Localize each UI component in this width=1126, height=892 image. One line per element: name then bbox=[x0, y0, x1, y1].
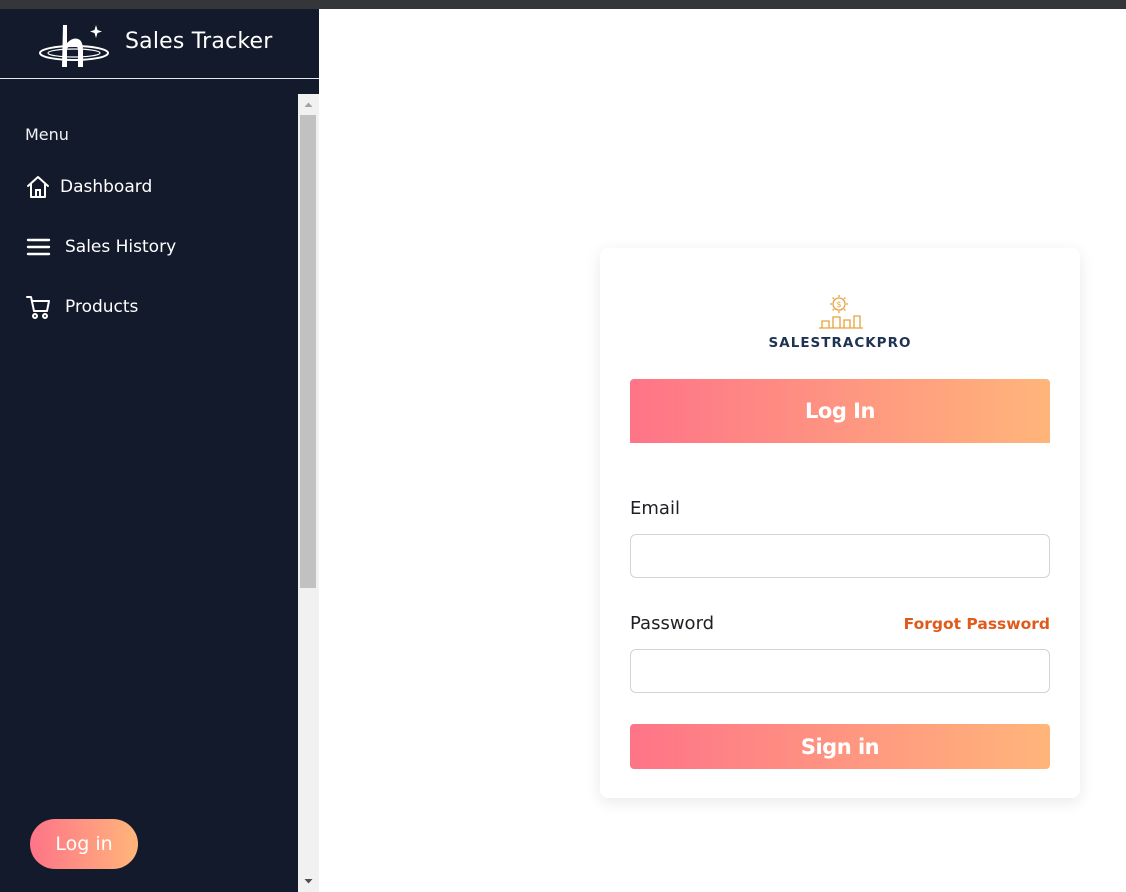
browser-top-strip bbox=[0, 0, 1126, 9]
h-planet-logo-icon bbox=[39, 25, 109, 67]
cart-icon bbox=[26, 296, 50, 319]
sidebar: Sales Tracker Menu Dashboard Sales Histo… bbox=[0, 9, 319, 892]
home-icon bbox=[27, 176, 49, 198]
sidebar-item-label: Sales History bbox=[65, 237, 177, 257]
password-field[interactable] bbox=[630, 649, 1050, 693]
sidebar-scrollbar[interactable] bbox=[298, 94, 319, 892]
card-brand-name: SALESTRACKPRO bbox=[768, 335, 912, 351]
menu-heading: Menu bbox=[25, 125, 69, 144]
sidebar-item-label: Dashboard bbox=[60, 177, 153, 197]
sidebar-login-button[interactable]: Log in bbox=[30, 819, 138, 869]
sign-in-button[interactable]: Sign in bbox=[630, 724, 1050, 769]
sidebar-item-label: Products bbox=[65, 297, 139, 317]
email-field[interactable] bbox=[630, 534, 1050, 578]
svg-text:$: $ bbox=[836, 300, 841, 309]
sidebar-item-dashboard[interactable]: Dashboard bbox=[25, 172, 285, 202]
forgot-password-link[interactable]: Forgot Password bbox=[904, 615, 1050, 633]
password-label: Password bbox=[630, 613, 715, 634]
sidebar-item-products[interactable]: Products bbox=[25, 292, 285, 322]
sidebar-item-sales-history[interactable]: Sales History bbox=[25, 232, 285, 262]
app-title: Sales Tracker bbox=[125, 29, 273, 54]
sidebar-brand[interactable]: Sales Tracker bbox=[0, 9, 319, 79]
gear-dollar-bar-chart-icon: $ bbox=[819, 295, 863, 329]
login-card: $ SALESTRACKPRO Log In Email Password Fo… bbox=[600, 248, 1080, 798]
scroll-up-arrow-icon[interactable] bbox=[298, 94, 319, 114]
menu-lines-icon bbox=[26, 238, 51, 256]
scrollbar-thumb[interactable] bbox=[300, 115, 316, 588]
scroll-down-arrow-icon[interactable] bbox=[298, 872, 319, 892]
email-label: Email bbox=[630, 498, 680, 519]
login-header: Log In bbox=[630, 379, 1050, 443]
